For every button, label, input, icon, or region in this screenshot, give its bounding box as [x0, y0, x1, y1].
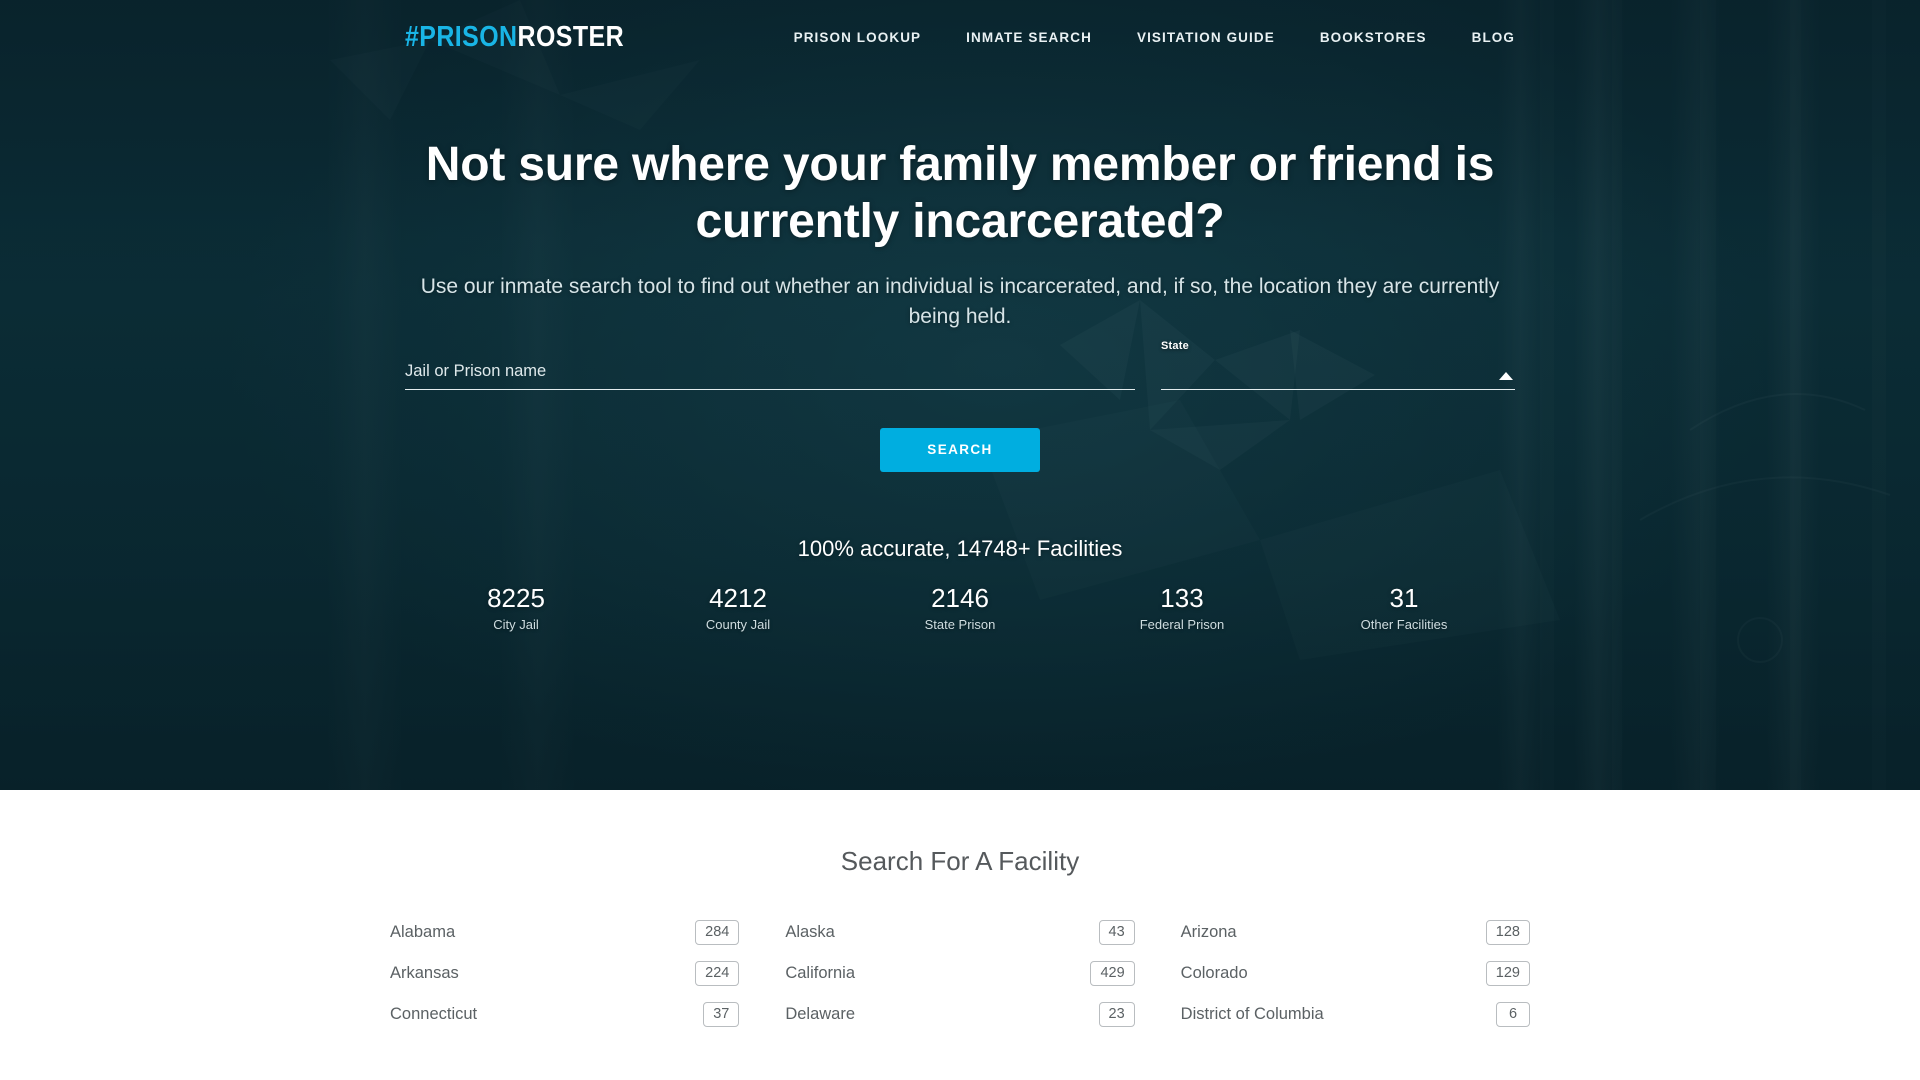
facility-row-delaware[interactable]: Delaware 23 — [785, 994, 1135, 1035]
prison-name-field-wrapper — [405, 359, 1135, 390]
facility-search-section: Search For A Facility Alabama 284 Alaska… — [0, 790, 1920, 1080]
stat-state-prison: 2146 State Prison — [849, 582, 1071, 632]
stat-city-jail: 8225 City Jail — [405, 582, 627, 632]
facility-state-name: Alabama — [390, 923, 456, 941]
facility-state-name: Colorado — [1180, 964, 1248, 982]
stat-label: Other Facilities — [1360, 616, 1448, 632]
site-logo[interactable]: #PRISONROSTER — [405, 21, 624, 54]
main-navigation: PRISON LOOKUP INMATE SEARCH VISITATION G… — [794, 30, 1515, 45]
facility-row-arizona[interactable]: Arizona 128 — [1181, 912, 1530, 953]
nav-item-bookstores[interactable]: BOOKSTORES — [1320, 30, 1427, 45]
hero-section: #PRISONROSTER PRISON LOOKUP INMATE SEARC… — [0, 0, 1920, 790]
stat-county-jail: 4212 County Jail — [627, 582, 849, 632]
facility-count-badge: 429 — [1090, 961, 1135, 986]
facility-state-name: District of Columbia — [1180, 1005, 1324, 1023]
facility-stats: 8225 City Jail 4212 County Jail 2146 Sta… — [405, 582, 1515, 632]
nav-item-prison-lookup[interactable]: PRISON LOOKUP — [794, 30, 922, 45]
stat-label: County Jail — [705, 616, 771, 632]
facility-state-name: Alaska — [785, 923, 835, 941]
stat-label: Federal Prison — [1139, 616, 1225, 632]
logo-hash-text: #PRISON — [405, 20, 518, 53]
facility-row-alaska[interactable]: Alaska 43 — [785, 912, 1135, 953]
nav-item-inmate-search[interactable]: INMATE SEARCH — [966, 30, 1092, 45]
stat-value: 2146 — [931, 582, 989, 613]
hero-search-form: State — [405, 340, 1515, 390]
facility-row-arkansas[interactable]: Arkansas 224 — [390, 953, 740, 994]
facility-state-name: Arizona — [1180, 923, 1237, 941]
hero-subheadline: Use our inmate search tool to find out w… — [420, 275, 1500, 329]
facility-row-district-of-columbia[interactable]: District of Columbia 6 — [1181, 994, 1530, 1035]
facility-count-badge: 224 — [695, 961, 740, 986]
facility-count-badge: 6 — [1496, 1002, 1530, 1027]
search-button-wrapper: SEARCH — [405, 427, 1515, 472]
prison-name-input[interactable] — [405, 359, 1135, 390]
state-select[interactable] — [1161, 360, 1515, 390]
stat-other-facilities: 31 Other Facilities — [1293, 582, 1515, 632]
chevron-up-icon[interactable] — [1499, 371, 1513, 380]
state-select-wrapper: State — [1161, 340, 1515, 390]
search-button[interactable]: SEARCH — [880, 427, 1040, 472]
facility-row-alabama[interactable]: Alabama 284 — [390, 912, 740, 953]
stat-label: State Prison — [924, 616, 996, 632]
facility-state-name: Delaware — [785, 1005, 856, 1023]
facility-row-california[interactable]: California 429 — [785, 953, 1135, 994]
facility-section-title: Search For A Facility — [840, 846, 1080, 876]
state-select-label: State — [1161, 339, 1189, 352]
stat-value: 8225 — [487, 582, 545, 613]
facility-state-grid: Alabama 284 Alaska 43 Arizona 128 Arkans… — [390, 912, 1530, 1035]
stat-value: 31 — [1389, 582, 1419, 613]
facility-count-badge: 37 — [703, 1002, 740, 1027]
stat-federal-prison: 133 Federal Prison — [1071, 582, 1293, 632]
logo-roster-text: ROSTER — [517, 20, 625, 53]
facility-count-badge: 128 — [1485, 920, 1530, 945]
facility-state-name: Connecticut — [390, 1005, 478, 1023]
site-header: #PRISONROSTER PRISON LOOKUP INMATE SEARC… — [405, 0, 1515, 74]
facility-row-colorado[interactable]: Colorado 129 — [1181, 953, 1530, 994]
nav-item-visitation-guide[interactable]: VISITATION GUIDE — [1137, 30, 1275, 45]
facility-state-name: California — [785, 964, 856, 982]
facility-count-badge: 23 — [1098, 1002, 1135, 1027]
nav-item-blog[interactable]: BLOG — [1472, 30, 1515, 45]
facility-row-connecticut[interactable]: Connecticut 37 — [390, 994, 740, 1035]
facility-count-badge: 43 — [1098, 920, 1135, 945]
facility-count-badge: 129 — [1485, 961, 1530, 986]
facility-state-name: Arkansas — [390, 964, 459, 982]
accuracy-text: 100% accurate, 14748+ Facilities — [797, 535, 1123, 561]
stat-value: 4212 — [709, 582, 767, 613]
stat-label: City Jail — [493, 616, 539, 632]
facility-count-badge: 284 — [695, 920, 740, 945]
hero-headline: Not sure where your family member or fri… — [425, 138, 1495, 249]
stat-value: 133 — [1160, 582, 1204, 613]
